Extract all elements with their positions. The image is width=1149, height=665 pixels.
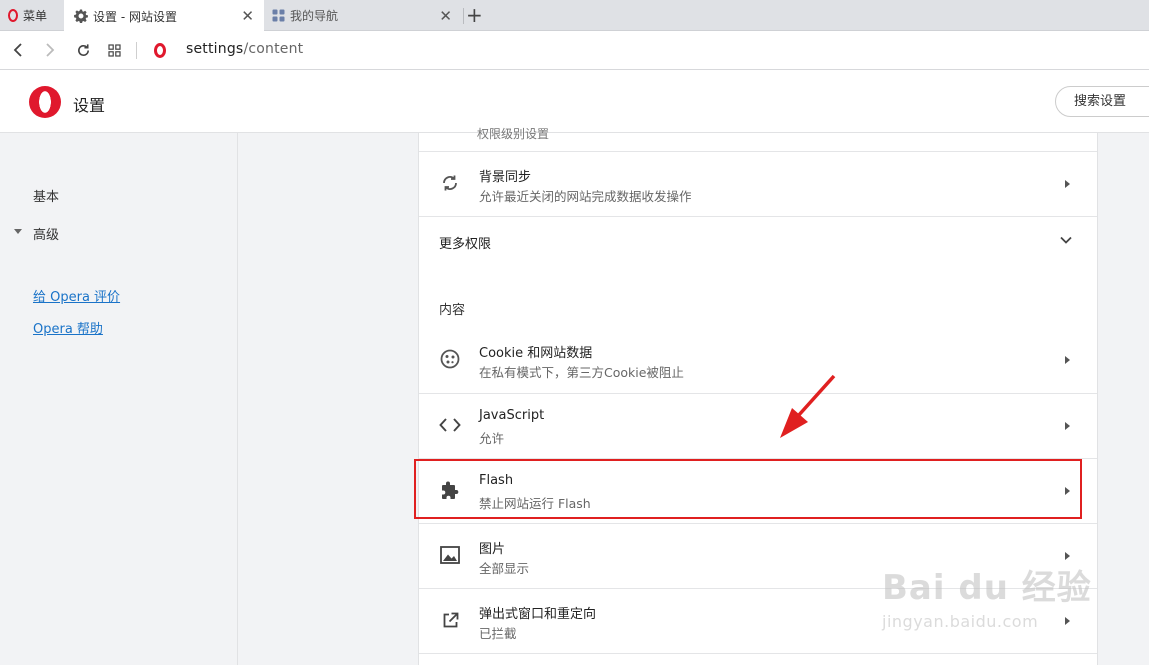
tab-strip: 菜单 设置 - 网站设置 ✕ 我的导航 ✕ +	[0, 0, 1149, 32]
rate-opera-link[interactable]: 给 Opera 评价	[33, 286, 120, 305]
tab-divider	[463, 8, 464, 24]
forward-button[interactable]	[40, 39, 60, 61]
setting-row-cookies[interactable]: Cookie 和网站数据 在私有模式下，第三方Cookie被阻止	[419, 328, 1097, 393]
more-permissions-toggle[interactable]: 更多权限	[419, 216, 1097, 267]
forward-arrow-icon	[46, 43, 55, 57]
chevron-down-icon	[1060, 236, 1072, 244]
new-tab-button[interactable]: +	[466, 4, 483, 26]
chevron-right-icon	[1065, 180, 1070, 188]
setting-row-javascript[interactable]: JavaScript 允许	[419, 393, 1097, 458]
code-icon	[439, 414, 461, 436]
chevron-right-icon	[1065, 552, 1070, 560]
tab-site-settings[interactable]: 设置 - 网站设置 ✕	[64, 0, 264, 32]
more-permissions-label: 更多权限	[439, 237, 492, 252]
row-title: JavaScript	[479, 408, 545, 423]
clipped-setting-text: 权限级别设置	[477, 127, 550, 141]
settings-sidebar: 基本 高级 给 Opera 评价 Opera 帮助	[0, 133, 238, 665]
row-subtitle: 全部显示	[479, 561, 530, 576]
open-external-icon	[439, 609, 461, 631]
watermark-url: jingyan.baidu.com	[882, 612, 1039, 631]
menu-label: 菜单	[23, 9, 48, 23]
url-path: /content	[243, 41, 304, 57]
row-title: 弹出式窗口和重定向	[479, 607, 597, 622]
tab-my-navigation[interactable]: 我的导航 ✕	[264, 0, 462, 31]
address-field[interactable]: settings/content	[186, 41, 303, 57]
chevron-right-icon	[1065, 422, 1070, 430]
back-arrow-icon	[13, 43, 22, 57]
address-toolbar: settings/content	[0, 31, 1149, 70]
sidebar-item-basic[interactable]: 基本	[33, 186, 59, 205]
page-title: 设置	[73, 96, 106, 115]
row-title: 背景同步	[479, 170, 532, 185]
row-subtitle: 允许最近关闭的网站完成数据收发操作	[479, 189, 692, 204]
opera-menu-button[interactable]: 菜单	[0, 0, 64, 31]
search-settings-button[interactable]: 搜索设置	[1055, 86, 1149, 117]
arrow-annotation-icon	[780, 374, 836, 438]
toolbar-divider	[136, 42, 137, 59]
setting-row-background-sync[interactable]: 背景同步 允许最近关闭的网站完成数据收发操作	[419, 151, 1097, 216]
sidebar-item-advanced[interactable]: 高级	[33, 224, 59, 243]
tab-title: 我的导航	[290, 9, 339, 23]
settings-header: 设置 搜索设置	[0, 70, 1149, 133]
chevron-right-icon	[1065, 617, 1070, 625]
caret-down-icon[interactable]	[14, 229, 22, 234]
row-subtitle: 已拦截	[479, 626, 517, 641]
opera-help-link[interactable]: Opera 帮助	[33, 318, 103, 337]
section-heading-content: 内容	[439, 303, 466, 318]
close-tab-icon[interactable]: ✕	[439, 7, 452, 25]
sync-icon	[439, 172, 461, 194]
image-icon	[439, 544, 461, 566]
speed-dial-icon	[272, 9, 285, 22]
row-title: 图片	[479, 542, 506, 557]
row-title: Cookie 和网站数据	[479, 346, 593, 361]
gear-icon	[74, 9, 88, 23]
row-subtitle: 允许	[479, 431, 505, 446]
opera-logo-icon	[29, 86, 61, 118]
row-subtitle: 在私有模式下，第三方Cookie被阻止	[479, 365, 684, 380]
back-button[interactable]	[8, 39, 28, 61]
reload-button[interactable]	[73, 39, 93, 61]
setting-row-next	[419, 653, 1097, 665]
opera-logo-icon	[8, 9, 18, 22]
site-opera-icon	[154, 43, 166, 62]
tab-title: 设置 - 网站设置	[93, 9, 177, 24]
url-host: settings	[186, 41, 244, 57]
chevron-right-icon	[1065, 356, 1070, 364]
close-tab-icon[interactable]: ✕	[241, 7, 254, 25]
cookie-icon	[439, 348, 461, 370]
highlight-annotation-box	[414, 459, 1082, 519]
grid-icon	[107, 43, 121, 57]
reload-icon	[77, 43, 89, 56]
tab-grid-button[interactable]	[104, 39, 124, 61]
watermark-logo-text: Bai du 经验	[882, 568, 1092, 608]
